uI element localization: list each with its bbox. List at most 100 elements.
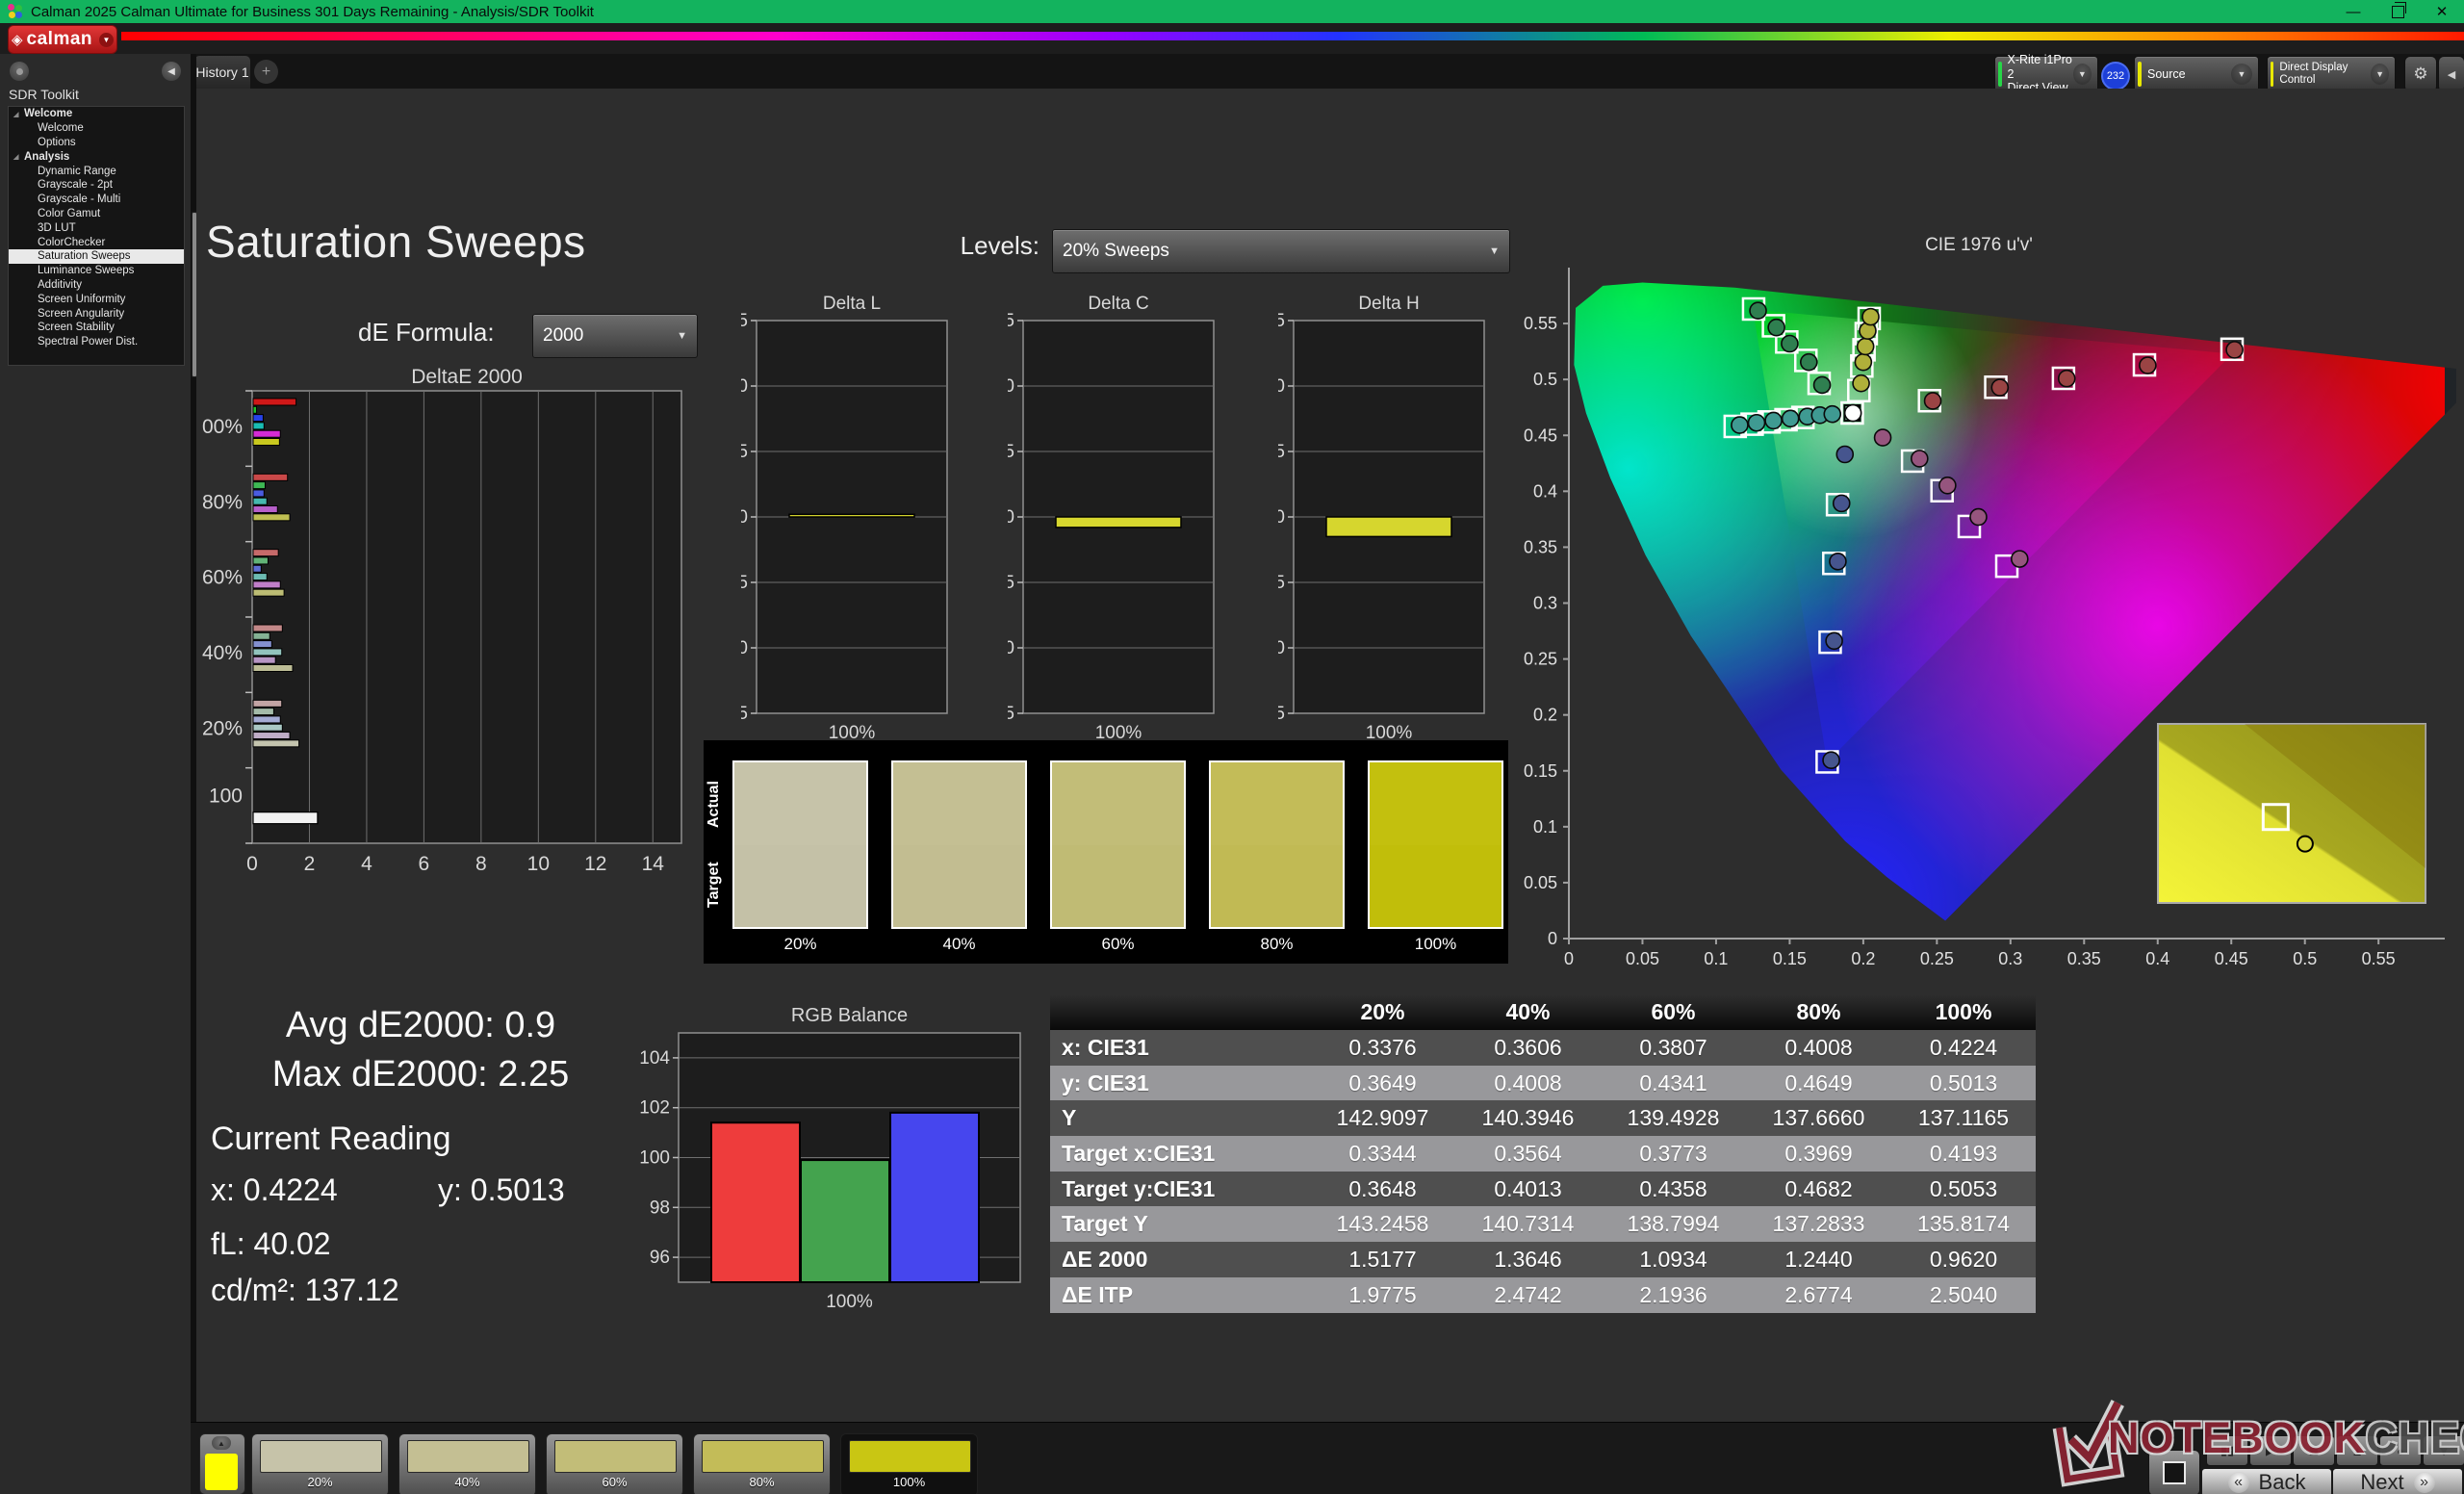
max-de2000: Max dE2000: 2.25	[228, 1054, 613, 1095]
settings-button[interactable]: ⚙	[2404, 56, 2437, 92]
results-table: 20%40%60%80%100%x: CIE310.33760.36060.38…	[1050, 994, 2036, 1313]
back-button[interactable]: « Back	[2201, 1468, 2332, 1494]
sidebar-item-luminance-sweeps[interactable]: Luminance Sweeps	[9, 264, 184, 278]
svg-text:0.25: 0.25	[1920, 949, 1954, 968]
sidebar-item-saturation-sweeps[interactable]: Saturation Sweeps	[9, 249, 184, 264]
sidebar-item-spectral-power-dist-[interactable]: Spectral Power Dist.	[9, 335, 184, 349]
stop-button[interactable]	[2148, 1450, 2200, 1494]
svg-text:5: 5	[1008, 442, 1014, 462]
sidebar-item-additivity[interactable]: Additivity	[9, 278, 184, 293]
back-arrow-icon: «	[2228, 1472, 2249, 1493]
close-button[interactable]: ✕	[2420, 0, 2464, 23]
svg-text:100%: 100%	[202, 416, 243, 438]
pattern-thumb-40%[interactable]: 40%	[398, 1433, 536, 1494]
target-color	[1211, 845, 1343, 928]
svg-text:0.45: 0.45	[1524, 425, 1557, 445]
svg-text:0.1: 0.1	[1533, 817, 1557, 837]
svg-text:0.4: 0.4	[1533, 481, 1557, 501]
sidebar-item-3d-lut[interactable]: 3D LUT	[9, 220, 184, 235]
thumb-label: 100%	[841, 1475, 977, 1489]
thumb-label: 40%	[399, 1475, 535, 1489]
sidebar-options-button[interactable]	[10, 62, 29, 81]
svg-text:Delta H: Delta H	[1358, 294, 1419, 314]
sidebar-header: SDR Toolkit	[9, 87, 79, 102]
sidebar-item-grayscale-2pt[interactable]: Grayscale - 2pt	[9, 178, 184, 193]
sidebar-item-screen-uniformity[interactable]: Screen Uniformity	[9, 292, 184, 306]
actual-color	[734, 762, 866, 845]
sidebar-item-options[interactable]: Options	[9, 136, 184, 150]
display-control-dropdown[interactable]: Direct Display Control ▼	[2267, 56, 2396, 92]
svg-text:104: 104	[639, 1048, 670, 1069]
sidebar-item-welcome[interactable]: Welcome	[9, 121, 184, 136]
cell-value: 2.4742	[1455, 1277, 1601, 1313]
expander-icon[interactable]: ◢	[13, 153, 18, 161]
transport-button-5[interactable]: ▼	[2423, 1435, 2464, 1466]
source-dropdown[interactable]: Source ▼	[2134, 56, 2259, 92]
cell-value: 0.3376	[1310, 1030, 1455, 1066]
next-button[interactable]: Next »	[2332, 1468, 2463, 1494]
pattern-thumb-80%[interactable]: 80%	[693, 1433, 831, 1494]
cell-value: 0.4008	[1455, 1066, 1601, 1101]
sidebar-item-colorchecker[interactable]: ColorChecker	[9, 235, 184, 249]
delta-c-chart: Delta C151050-5-10-15100%	[1008, 294, 1229, 756]
sidebar-item-analysis[interactable]: ◢Analysis	[9, 149, 184, 164]
svg-text:96: 96	[650, 1248, 670, 1268]
table-row: Y142.9097140.3946139.4928137.6660137.116…	[1050, 1100, 2036, 1136]
cell-value: 138.7994	[1601, 1206, 1746, 1242]
sidebar-item-color-gamut[interactable]: Color Gamut	[9, 207, 184, 221]
stop-icon	[2163, 1461, 2186, 1484]
cell-value: 0.3773	[1601, 1136, 1746, 1172]
svg-text:15: 15	[1008, 311, 1014, 331]
svg-text:0: 0	[1548, 929, 1557, 948]
pattern-thumb-100%[interactable]: 100%	[840, 1433, 978, 1494]
page-title: Saturation Sweeps	[206, 216, 586, 268]
pattern-thumb-60%[interactable]: 60%	[546, 1433, 683, 1494]
de-formula-dropdown[interactable]: 2000▼	[532, 314, 698, 358]
target-color	[1052, 845, 1184, 928]
column-header: 20%	[1310, 994, 1455, 1030]
row-label: ΔE 2000	[1050, 1242, 1310, 1277]
svg-text:0: 0	[1278, 507, 1285, 528]
pattern-thumb-20%[interactable]: 20%	[251, 1433, 389, 1494]
transport-button-2[interactable]: ◼	[2293, 1435, 2335, 1466]
svg-text:10: 10	[1278, 376, 1285, 397]
svg-text:0.15: 0.15	[1524, 761, 1557, 781]
transport-button-4[interactable]: ●	[2379, 1435, 2422, 1466]
sidebar-item-screen-stability[interactable]: Screen Stability	[9, 321, 184, 335]
sidebar-item-grayscale-multi[interactable]: Grayscale - Multi	[9, 193, 184, 207]
tab-strip: History 1 + X-Rite i1Pro 2Direct View ▼ …	[0, 54, 2464, 89]
transport-button-0[interactable]: ▮▮	[2206, 1435, 2248, 1466]
column-header: 100%	[1891, 994, 2036, 1030]
current-x: x: 0.4224	[211, 1172, 338, 1208]
sidebar-item-dynamic-range[interactable]: Dynamic Range	[9, 164, 184, 178]
svg-text:0.3: 0.3	[1998, 949, 2022, 968]
current-y: y: 0.5013	[438, 1172, 565, 1208]
svg-text:20%: 20%	[202, 717, 243, 739]
svg-text:-10: -10	[741, 638, 748, 658]
svg-text:80%: 80%	[202, 491, 243, 513]
transport-button-3[interactable]: ▲	[2336, 1435, 2378, 1466]
sidebar-collapse-button[interactable]: ◀	[162, 62, 181, 81]
sidebar-item-screen-angularity[interactable]: Screen Angularity	[9, 306, 184, 321]
meter-dropdown[interactable]: X-Rite i1Pro 2Direct View ▼	[1994, 56, 2098, 92]
cell-value: 137.6660	[1746, 1100, 1891, 1136]
restore-button[interactable]	[2375, 0, 2420, 23]
svg-text:RGB Balance: RGB Balance	[791, 1006, 908, 1026]
expander-icon[interactable]: ◢	[13, 111, 18, 118]
source-status-indicator	[2138, 62, 2142, 87]
collapse-panel-button[interactable]: ◀	[2438, 56, 2464, 92]
chevron-down-icon: ▼	[99, 33, 114, 47]
minimize-button[interactable]: —	[2331, 0, 2375, 23]
transport-button-1[interactable]: ▶	[2249, 1435, 2292, 1466]
swatch-80%	[1209, 760, 1345, 929]
sidebar-item-welcome[interactable]: ◢Welcome	[9, 107, 184, 121]
calman-logo-button[interactable]: ◈ calman ▼	[8, 25, 117, 54]
svg-text:-5: -5	[1008, 573, 1014, 593]
swatch-percent-label: 40%	[891, 935, 1027, 954]
tab-history-1[interactable]: History 1	[194, 56, 250, 89]
cell-value: 0.4341	[1601, 1066, 1746, 1101]
add-tab-button[interactable]: +	[254, 60, 278, 84]
row-label: ΔE ITP	[1050, 1277, 1310, 1313]
levels-dropdown[interactable]: 20% Sweeps▼	[1052, 229, 1510, 273]
pattern-up-button[interactable]: ▲	[199, 1433, 245, 1494]
